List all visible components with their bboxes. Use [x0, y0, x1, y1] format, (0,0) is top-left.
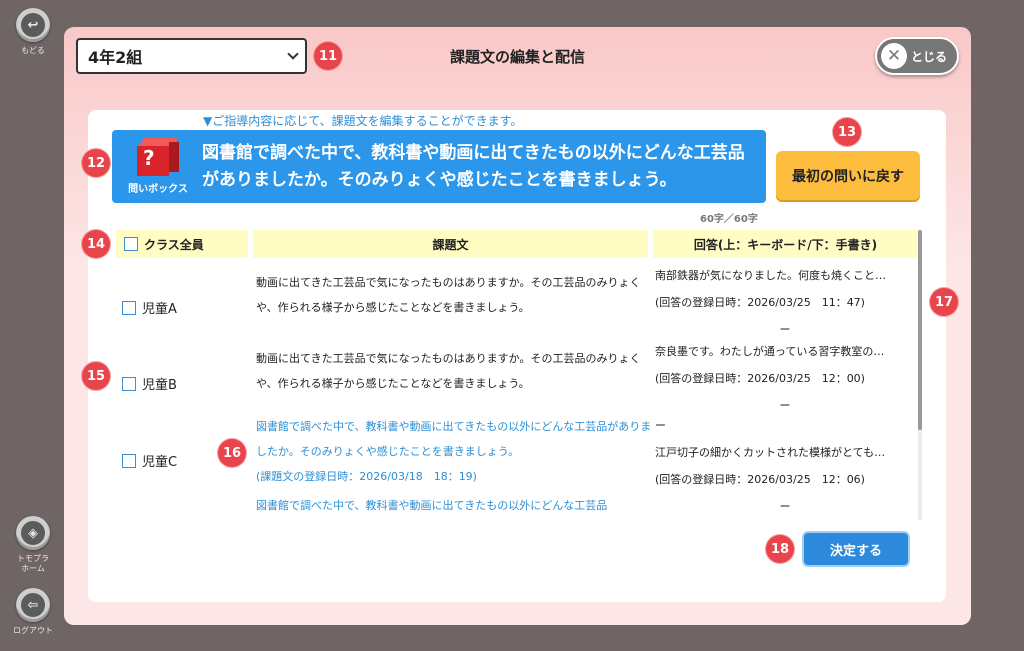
- logout-button[interactable]: ⇦ ログアウト: [13, 588, 53, 636]
- student-name: 児童C: [142, 455, 178, 470]
- answer-keyboard-empty: ー: [655, 419, 666, 432]
- close-label: とじる: [911, 49, 948, 64]
- student-checkbox[interactable]: [122, 376, 136, 391]
- reset-question-button[interactable]: 最初の問いに戻す: [776, 151, 920, 200]
- back-label: もどる: [21, 46, 45, 55]
- home-label-1: トモプラ: [17, 554, 49, 563]
- answer-text: 奈良墨です。わたしが通っている習字教室の…: [655, 345, 885, 358]
- student-name: 児童A: [142, 302, 177, 317]
- answer-text: 南部鉄器が気になりました。何度も焼くこと…: [655, 269, 886, 282]
- callout-badge-13: 13: [833, 118, 861, 146]
- char-count: 60字／60字: [700, 214, 758, 225]
- question-box-label: 問いボックス: [128, 184, 188, 195]
- home-label-2: ホーム: [21, 564, 45, 573]
- callout-badge-16: 16: [218, 439, 246, 467]
- home-button[interactable]: ◈ トモプラ ホーム: [14, 516, 52, 574]
- content-panel: ▼ご指導内容に応じて、課題文を編集することができます。 12 ? 問いボックス …: [82, 110, 958, 602]
- select-all-checkbox[interactable]: [124, 237, 138, 251]
- answer-handwritten: ー: [779, 500, 791, 513]
- callout-badge-14: 14: [82, 230, 110, 258]
- edit-hint: ▼ご指導内容に応じて、課題文を編集することができます。: [203, 114, 523, 128]
- student-checkbox[interactable]: [122, 300, 136, 315]
- question-text[interactable]: 図書館で調べた中で、教科書や動画に出てきたもの以外にどんな工芸品がありましたか。…: [202, 140, 758, 194]
- close-button[interactable]: ✕ とじる: [875, 37, 959, 75]
- student-checkbox[interactable]: [122, 453, 136, 468]
- back-button[interactable]: ↩ もどる: [14, 8, 52, 56]
- callout-badge-17: 17: [930, 288, 958, 316]
- back-icon: ↩: [16, 8, 50, 42]
- submit-button[interactable]: 決定する: [802, 531, 910, 567]
- header-select-all[interactable]: クラス全員: [116, 230, 248, 258]
- table-scrollbar[interactable]: [918, 230, 922, 520]
- logout-icon: ⇦: [16, 588, 50, 622]
- answer-date: (回答の登録日時：2026/03/25 12：00): [655, 372, 865, 385]
- callout-badge-15: 15: [82, 362, 110, 390]
- question-cube-icon: ?: [137, 138, 179, 176]
- home-icon: ◈: [16, 516, 50, 550]
- student-name: 児童B: [142, 378, 177, 393]
- prompt-text: 動画に出てきた工芸品で気になったものはありますか。その工芸品のみりょくや、作られ…: [256, 276, 641, 314]
- answer-date: (回答の登録日時：2026/03/25 11：47): [655, 296, 865, 309]
- header-answer: 回答(上：キーボード/下：手書き): [653, 230, 918, 258]
- question-box[interactable]: ? 問いボックス 図書館で調べた中で、教科書や動画に出てきたもの以外にどんな工芸…: [112, 130, 766, 203]
- prompt-text-next[interactable]: 図書館で調べた中で、教科書や動画に出てきたもの以外にどんな工芸品: [256, 493, 661, 518]
- prompt-text: 動画に出てきた工芸品で気になったものはありますか。その工芸品のみりょくや、作られ…: [256, 352, 641, 390]
- callout-badge-18: 18: [766, 535, 794, 563]
- prompt-text-edited[interactable]: 図書館で調べた中で、教科書や動画に出てきたもの以外にどんな工芸品がありましたか。…: [256, 414, 661, 464]
- logout-label: ログアウト: [13, 626, 53, 635]
- header-prompt: 課題文: [253, 230, 648, 258]
- close-icon: ✕: [881, 43, 907, 69]
- answer-date: (回答の登録日時：2026/03/25 12：06): [655, 473, 865, 486]
- prompt-date: (課題文の登録日時：2026/03/18 18：19): [256, 470, 477, 483]
- callout-badge-12: 12: [82, 149, 110, 177]
- header-all-label: クラス全員: [144, 237, 204, 252]
- answer-text: 江戸切子の細かくカットされた模様がとても…: [655, 446, 886, 459]
- edit-distribute-modal: 4年2組 11 課題文の編集と配信 ✕ とじる ▼ご指導内容に応じて、課題文を編…: [64, 27, 971, 625]
- student-table[interactable]: 児童A 動画に出てきた工芸品で気になったものはありますか。その工芸品のみりょくや…: [116, 262, 918, 518]
- modal-title: 課題文の編集と配信: [449, 48, 585, 66]
- scrollbar-thumb[interactable]: [918, 230, 922, 430]
- question-box-icon: ? 問いボックス: [120, 138, 196, 196]
